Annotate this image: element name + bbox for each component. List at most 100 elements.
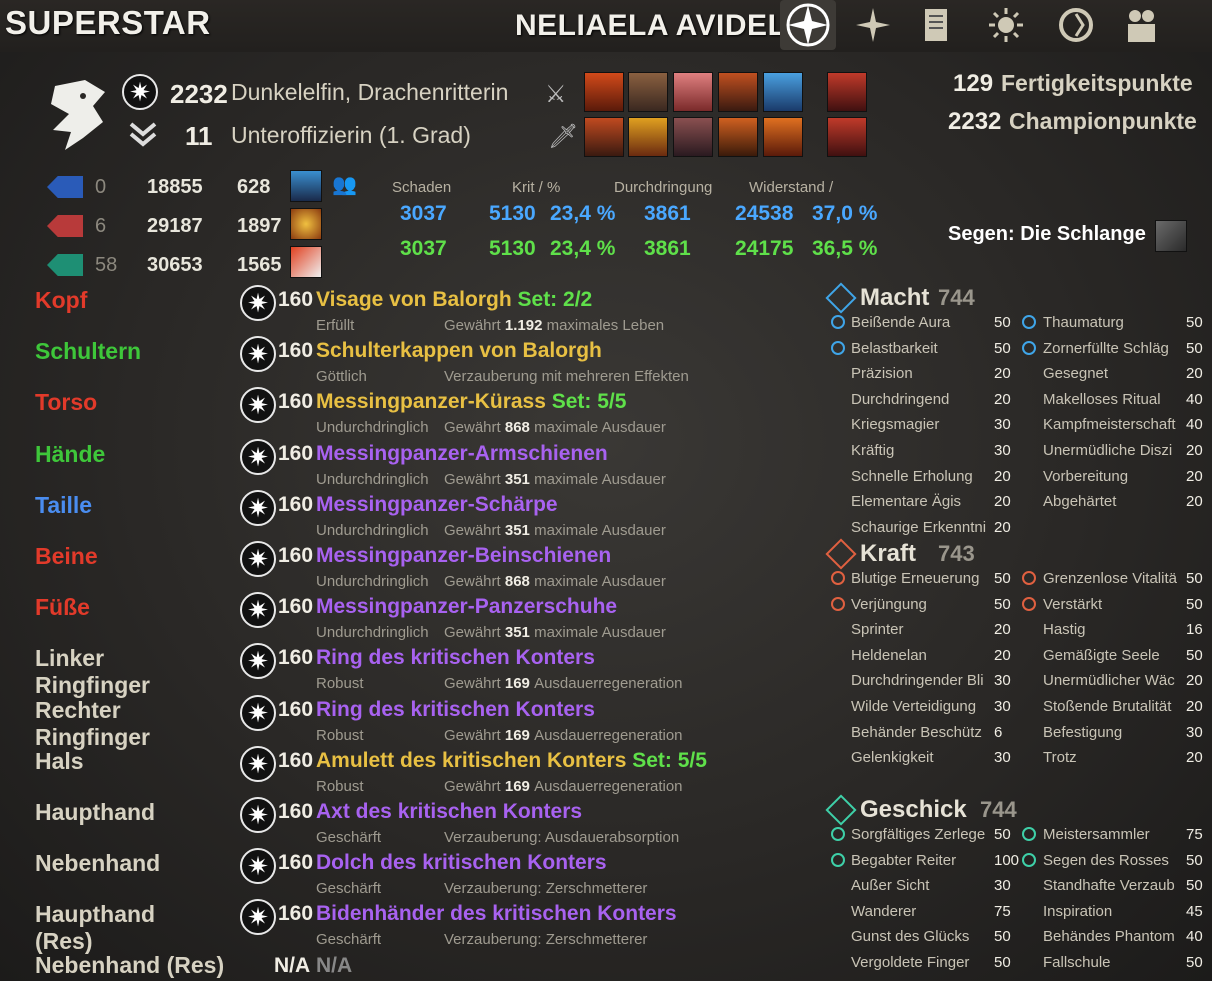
item-title[interactable]: Amulett des kritischen Konters [316,749,626,772]
enchant-value: 868 [500,419,535,436]
item-level: 160 [278,339,314,362]
cp-star-name: Gunst des Glücks [851,928,970,946]
cp-star-points: 20 [994,390,1011,408]
champion-icon: ✷ [240,387,276,423]
item-name[interactable]: Messingpanzer-Beinschienen [316,544,611,568]
item-title[interactable]: Schulterkappen von Balorgh [316,339,602,362]
cp-star-points: 50 [994,570,1011,587]
stamina-regen: 1565 [237,254,282,276]
cp-star-points: 50 [1186,339,1203,357]
ultimate-skill-icon[interactable] [827,117,867,157]
cp-badge-icon: ✷ [240,336,276,372]
cp-star-points: 20 [1186,442,1203,459]
stars-icon[interactable] [852,4,894,46]
skill-icon[interactable] [718,72,758,112]
slotted-star-icon [1022,827,1036,841]
item-title[interactable]: Messingpanzer-Kürass [316,390,546,413]
item-name[interactable]: Messingpanzer-Armschienen [316,442,608,466]
enchant-value: 169 [500,778,535,795]
item-name[interactable]: Messingpanzer-Schärpe [316,493,558,517]
slotted-star-icon [1022,852,1036,867]
cp-star-name: Durchdringend [851,390,950,408]
skill-icon[interactable] [673,72,713,112]
enchant-value: 868 [500,573,535,590]
item-name[interactable]: Schulterkappen von Balorgh [316,339,602,363]
item-name[interactable]: Messingpanzer-Panzerschuhe [316,595,617,619]
item-title[interactable]: Visage von Balorgh [316,288,512,311]
item-trait: Undurchdringlich [316,624,429,641]
rank-number: 11 [185,121,213,151]
enchant-effect: maximale Ausdauer [534,471,666,488]
cp-star-points: 50 [994,339,1011,357]
cp-star-name: Gelenkigkeit [851,749,934,767]
item-name[interactable]: Bidenhänder des kritischen Konters [316,902,677,926]
skill-points-value: 129 [953,70,994,97]
cp-star-name: Wanderer [851,902,917,920]
stat-weapon-crit-pct: 23,4 % [550,237,616,260]
cp-star-name: Gemäßigte Seele [1043,646,1160,664]
skill-icon[interactable] [763,72,803,112]
crossed-swords-icon[interactable]: ⚔ [545,80,567,109]
cycle-icon[interactable] [1055,4,1097,46]
group-icon[interactable] [1120,4,1162,46]
item-name[interactable]: Amulett des kritischen Konters Set: 5/5 [316,749,707,773]
stat-header-penetration: Durchdringung [614,179,713,196]
skill-icon[interactable] [584,117,624,157]
skill-icon[interactable] [584,72,624,112]
scroll-icon[interactable] [915,4,957,46]
champion-icon: ✷ [240,285,276,321]
item-trait: Robust [316,675,364,692]
cp-star-points: 20 [1186,467,1203,485]
item-name[interactable]: Ring des kritischen Konters [316,646,595,670]
mundus-icon [1155,220,1187,252]
magicka-icon [47,176,83,198]
skill-points-label: Fertigkeitspunkte [1001,70,1193,96]
slot-label: Schultern [35,338,142,364]
item-title[interactable]: Ring des kritischen Konters [316,698,595,721]
skill-icon[interactable] [763,117,803,157]
compass-icon[interactable] [780,0,836,50]
sword-icon[interactable]: 🗡 [548,122,578,151]
cp-star-name: Verstärkt [1043,595,1103,613]
enchant-text: Gewährt [444,778,501,795]
item-title[interactable]: Messingpanzer-Schärpe [316,493,558,516]
item-enchant: Gewährt 868 maximale Ausdauer [444,419,666,436]
ultimate-skill-icon[interactable] [827,72,867,112]
item-title[interactable]: Messingpanzer-Beinschienen [316,544,611,567]
enchant-text: Verzauberung: Ausdauerabsorption [444,829,680,846]
item-title[interactable]: Bidenhänder des kritischen Konters [316,902,677,925]
item-name[interactable]: Dolch des kritischen Konters [316,851,607,875]
cp-tree-total: 743 [938,541,975,566]
item-title[interactable]: Dolch des kritischen Konters [316,851,607,874]
weapon-icon [290,246,322,278]
item-enchant: Verzauberung: Zerschmetterer [444,880,647,897]
item-title[interactable]: Messingpanzer-Panzerschuhe [316,595,617,618]
sun-icon[interactable] [985,4,1027,46]
cp-star-name: Heldenelan [851,646,927,664]
enchant-effect: Ausdauerregeneration [534,778,683,795]
game-title: SUPERSTAR [5,4,211,41]
item-name[interactable]: Messingpanzer-Kürass Set: 5/5 [316,390,626,414]
item-title[interactable]: Axt des kritischen Konters [316,800,582,823]
cp-star-points: 20 [994,493,1011,511]
item-level: 160 [278,646,314,669]
cp-star-name: Abgehärtet [1043,493,1117,511]
item-name[interactable]: Ring des kritischen Konters [316,698,595,722]
skill-icon[interactable] [628,72,668,112]
cp-star-name: Begabter Reiter [851,851,957,869]
slot-label: Kopf [35,287,88,313]
slotted-star-icon [831,315,845,329]
rank-title: Unteroffizierin (1. Grad) [231,122,471,148]
item-name[interactable]: Axt des kritischen Konters [316,800,582,824]
skill-icon[interactable] [718,117,758,157]
skill-icon[interactable] [673,117,713,157]
stat-spell-crit-pct: 23,4 % [550,202,616,225]
health-regen: 1897 [237,215,282,237]
item-title[interactable]: Ring des kritischen Konters [316,646,595,669]
macht-icon [825,282,857,314]
item-title[interactable]: Messingpanzer-Armschienen [316,442,608,465]
offhand-res-na-2: N/A [316,954,353,977]
item-name[interactable]: Visage von Balorgh Set: 2/2 [316,288,592,312]
cp-star-points: 30 [994,416,1011,434]
skill-icon[interactable] [628,117,668,157]
